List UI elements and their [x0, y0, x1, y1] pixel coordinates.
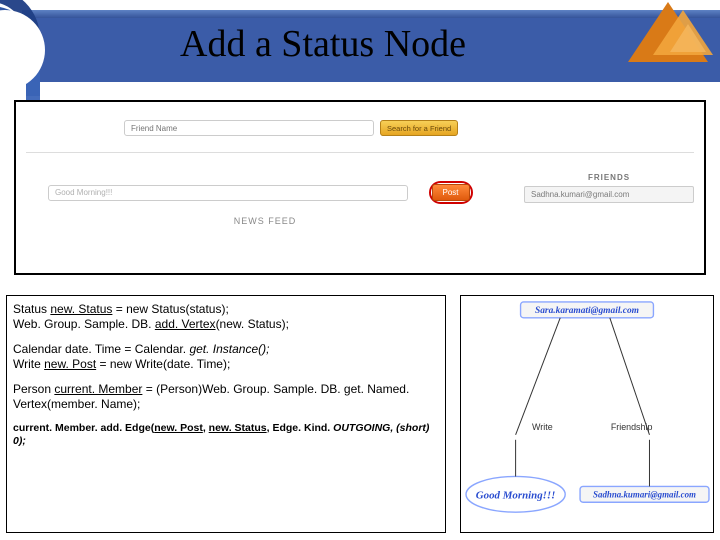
- post-highlight-ring: Post: [429, 181, 473, 204]
- graph-diagram: Sara.karamati@gmail.com Write Friendship…: [460, 295, 714, 533]
- edge-friendship-label: Friendship: [611, 422, 653, 432]
- code-text: get. Instance();: [189, 342, 269, 356]
- newsfeed-heading: NEWS FEED: [26, 216, 504, 226]
- code-text: (new. Status);: [216, 317, 289, 331]
- edge-write-label: Write: [532, 422, 553, 432]
- code-text: new. Post: [44, 357, 96, 371]
- status-input[interactable]: [48, 185, 408, 201]
- code-text: Web. Group. Sample. DB.: [13, 317, 155, 331]
- web-ui-screenshot: Search for a Friend Post NEWS FEED FRIEN…: [14, 100, 706, 275]
- edge-friendship: [610, 318, 650, 435]
- search-friend-button[interactable]: Search for a Friend: [380, 120, 458, 136]
- friend-search-input[interactable]: [124, 120, 374, 136]
- code-text: Calendar date. Time = Calendar.: [13, 342, 189, 356]
- code-text: , Edge. Kind.: [267, 422, 334, 434]
- header-top-strip: [22, 10, 720, 18]
- slide-title: Add a Status Node: [180, 22, 466, 66]
- code-text: current. Member: [54, 382, 142, 396]
- edge-write: [516, 318, 561, 435]
- code-text: Person: [13, 382, 54, 396]
- slide-header: Add a Status Node: [0, 0, 720, 95]
- code-text: new. Post: [154, 422, 203, 434]
- code-text: = new Write(date. Time);: [96, 357, 230, 371]
- code-text: add. Vertex: [155, 317, 216, 331]
- node-bottom-label: Sadhna.kumari@gmail.com: [593, 489, 696, 499]
- code-text: OUTGOING: [333, 422, 390, 434]
- code-text: new. Status: [209, 422, 267, 434]
- code-text: Status: [13, 302, 50, 316]
- friend-list-item[interactable]: Sadhna.kumari@gmail.com: [524, 186, 694, 203]
- code-text: current. Member. add. Edge(: [13, 422, 154, 434]
- code-snippet: Status new. Status = new Status(status);…: [6, 295, 446, 533]
- divider: [26, 152, 694, 153]
- post-button[interactable]: Post: [432, 184, 470, 201]
- code-text: Write: [13, 357, 44, 371]
- code-text: = new Status(status);: [112, 302, 228, 316]
- node-top-label: Sara.karamati@gmail.com: [535, 306, 639, 316]
- node-status-label: Good Morning!!!: [476, 489, 556, 501]
- friends-heading: FRIENDS: [524, 173, 694, 182]
- code-text: new. Status: [50, 302, 112, 316]
